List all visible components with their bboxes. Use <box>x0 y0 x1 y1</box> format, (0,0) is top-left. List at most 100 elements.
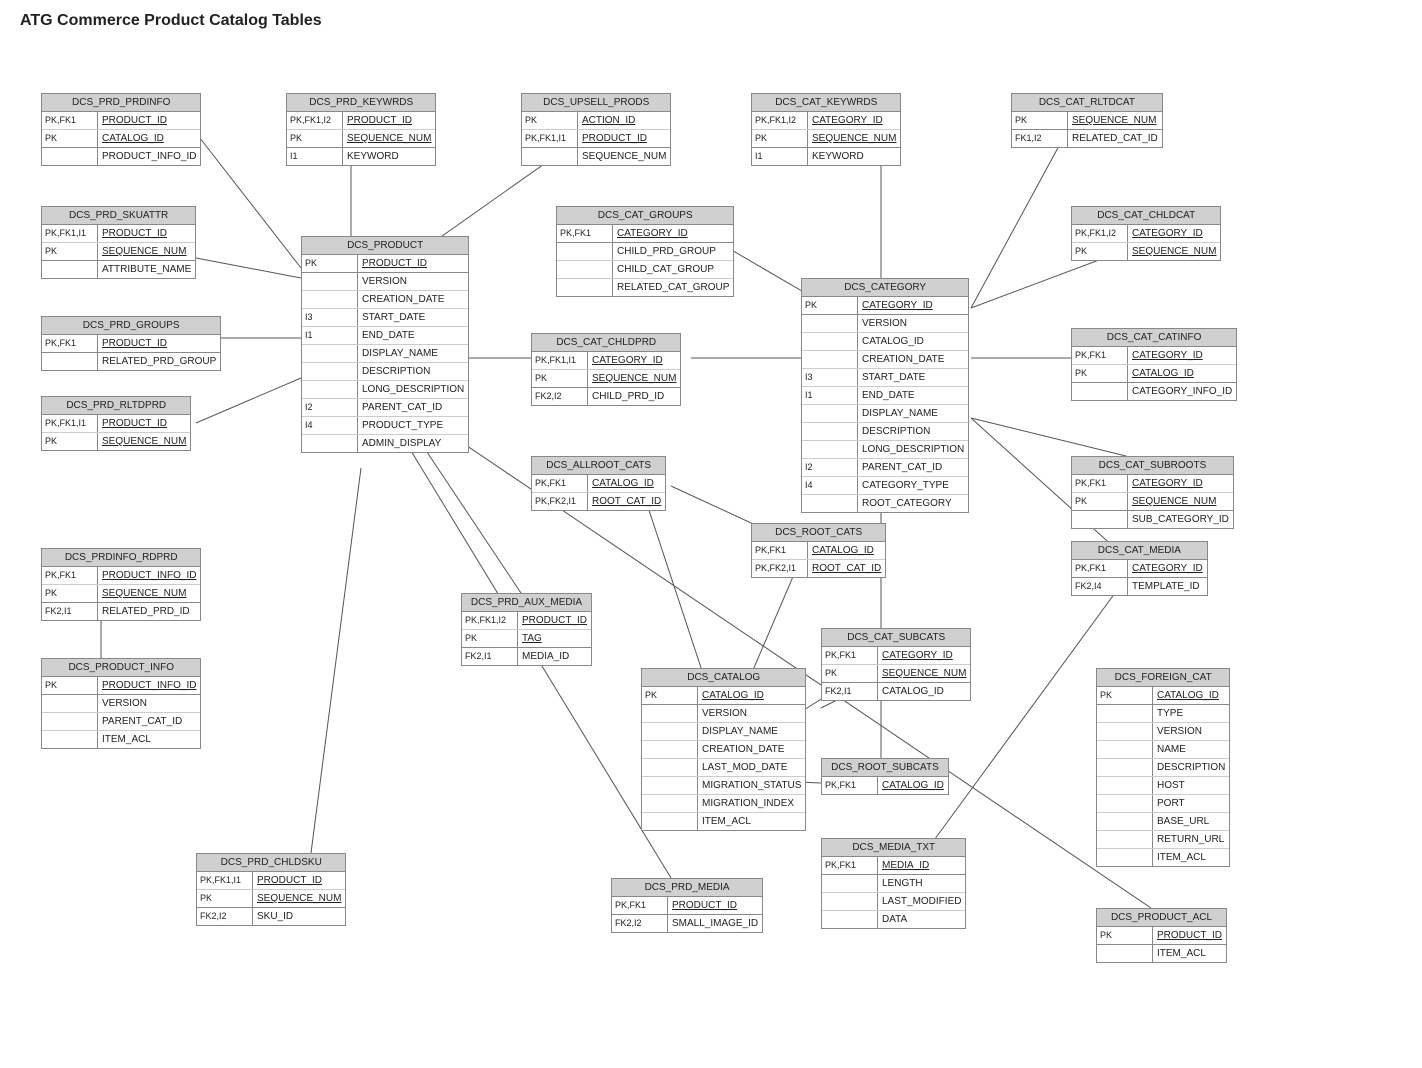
key-col: FK1,I2 <box>1012 130 1068 147</box>
field-col: TAG <box>518 630 591 647</box>
table-dcs_prdinfo_rdprd: DCS_PRDINFO_RDPRDPK,FK1PRODUCT_INFO_IDPK… <box>41 548 201 621</box>
table-dcs_prd_chldsku: DCS_PRD_CHLDSKUPK,FK1,I1PRODUCT_IDPKSEQU… <box>196 853 346 926</box>
key-col <box>302 381 358 398</box>
field-col: CATEGORY_ID <box>613 225 733 242</box>
table-row: CHILD_PRD_GROUP <box>557 243 733 261</box>
table-title-dcs_cat_keywrds: DCS_CAT_KEYWRDS <box>752 94 900 112</box>
key-col <box>1097 777 1153 794</box>
field-col: ATTRIBUTE_NAME <box>98 261 195 278</box>
field-col: LAST_MODIFIED <box>878 893 965 910</box>
table-row: CATEGORY_INFO_ID <box>1072 383 1236 400</box>
table-row: CATALOG_ID <box>802 333 968 351</box>
field-col: SEQUENCE_NUM <box>878 665 970 682</box>
key-col <box>302 363 358 380</box>
table-dcs_root_cats: DCS_ROOT_CATSPK,FK1CATALOG_IDPK,FK2,I1RO… <box>751 523 886 578</box>
table-row: PKSEQUENCE_NUM <box>822 665 970 683</box>
field-col: END_DATE <box>358 327 468 344</box>
key-col: PK,FK1 <box>822 857 878 874</box>
key-col: PK,FK1,I1 <box>42 415 98 432</box>
table-row: RELATED_PRD_GROUP <box>42 353 220 370</box>
table-title-dcs_cat_catinfo: DCS_CAT_CATINFO <box>1072 329 1236 347</box>
table-row: ATTRIBUTE_NAME <box>42 261 195 278</box>
key-col: FK2,I2 <box>612 915 668 932</box>
field-col: DESCRIPTION <box>858 423 968 440</box>
key-col <box>557 279 613 296</box>
field-col: END_DATE <box>858 387 968 404</box>
table-row: RETURN_URL <box>1097 831 1229 849</box>
field-col: RELATED_CAT_ID <box>1068 130 1162 147</box>
table-title-dcs_prd_chldsku: DCS_PRD_CHLDSKU <box>197 854 345 872</box>
table-row: I3START_DATE <box>302 309 468 327</box>
table-row: PK,FK1PRODUCT_ID <box>42 112 200 130</box>
field-col: ROOT_CATEGORY <box>858 495 968 512</box>
key-col <box>642 759 698 776</box>
key-col: I4 <box>302 417 358 434</box>
field-col: RELATED_PRD_ID <box>98 603 200 620</box>
key-col: PK <box>822 665 878 682</box>
key-col <box>302 345 358 362</box>
table-row: FK2,I1RELATED_PRD_ID <box>42 603 200 620</box>
table-dcs_cat_groups: DCS_CAT_GROUPSPK,FK1CATEGORY_IDCHILD_PRD… <box>556 206 734 297</box>
table-row: PK,FK1MEDIA_ID <box>822 857 965 875</box>
table-row: FK2,I2SKU_ID <box>197 908 345 925</box>
field-col: START_DATE <box>358 309 468 326</box>
table-title-dcs_media_txt: DCS_MEDIA_TXT <box>822 839 965 857</box>
field-col: SKU_ID <box>253 908 345 925</box>
table-dcs_cat_subcats: DCS_CAT_SUBCATSPK,FK1CATEGORY_IDPKSEQUEN… <box>821 628 971 701</box>
field-col: CATEGORY_TYPE <box>858 477 968 494</box>
table-row: PK,FK2,I1ROOT_CAT_ID <box>532 493 665 510</box>
key-col <box>1097 945 1153 962</box>
table-dcs_cat_chldcat: DCS_CAT_CHLDCATPK,FK1,I2CATEGORY_IDPKSEQ… <box>1071 206 1221 261</box>
key-col: FK2,I1 <box>462 648 518 665</box>
table-row: LONG_DESCRIPTION <box>302 381 468 399</box>
field-col: DESCRIPTION <box>358 363 468 380</box>
field-col: CATEGORY_ID <box>808 112 900 129</box>
diagram: DCS_PRD_PRDINFOPK,FK1PRODUCT_IDPKCATALOG… <box>11 38 1411 1068</box>
field-col: SEQUENCE_NUM <box>1128 243 1220 260</box>
table-row: ADMIN_DISPLAY <box>302 435 468 452</box>
table-row: DESCRIPTION <box>302 363 468 381</box>
field-col: SEQUENCE_NUM <box>98 433 190 450</box>
field-col: PRODUCT_ID <box>253 872 345 889</box>
key-col <box>42 148 98 165</box>
key-col <box>1097 831 1153 848</box>
table-row: I4PRODUCT_TYPE <box>302 417 468 435</box>
table-row: I1KEYWORD <box>752 148 900 165</box>
table-dcs_prd_rltdprd: DCS_PRD_RLTDPRDPK,FK1,I1PRODUCT_IDPKSEQU… <box>41 396 191 451</box>
field-col: CATALOG_ID <box>98 130 200 147</box>
key-col <box>802 351 858 368</box>
field-col: CREATION_DATE <box>698 741 805 758</box>
table-row: VERSION <box>302 273 468 291</box>
key-col <box>42 261 98 278</box>
key-col: PK,FK1 <box>822 647 878 664</box>
table-row: PK,FK1,I1PRODUCT_ID <box>197 872 345 890</box>
table-row: PK,FK1PRODUCT_INFO_ID <box>42 567 200 585</box>
field-col: PRODUCT_ID <box>98 335 220 352</box>
field-col: CATEGORY_ID <box>1128 560 1207 577</box>
field-col: SEQUENCE_NUM <box>578 148 670 165</box>
table-row: CHILD_CAT_GROUP <box>557 261 733 279</box>
key-col: PK <box>522 112 578 129</box>
key-col <box>642 813 698 830</box>
field-col: CATALOG_ID <box>858 333 968 350</box>
table-title-dcs_prd_groups: DCS_PRD_GROUPS <box>42 317 220 335</box>
table-row: PORT <box>1097 795 1229 813</box>
key-col <box>302 291 358 308</box>
field-col: RETURN_URL <box>1153 831 1229 848</box>
field-col: PARENT_CAT_ID <box>358 399 468 416</box>
field-col: TYPE <box>1153 705 1229 722</box>
table-row: TYPE <box>1097 705 1229 723</box>
key-col: PK,FK1 <box>1072 475 1128 492</box>
table-dcs_product_acl: DCS_PRODUCT_ACLPKPRODUCT_IDITEM_ACL <box>1096 908 1227 963</box>
table-row: DESCRIPTION <box>1097 759 1229 777</box>
table-dcs_cat_rltdcat: DCS_CAT_RLTDCATPKSEQUENCE_NUMFK1,I2RELAT… <box>1011 93 1163 148</box>
key-col: I1 <box>287 148 343 165</box>
field-col: SUB_CATEGORY_ID <box>1128 511 1233 528</box>
field-col: CATEGORY_ID <box>858 297 968 314</box>
table-row: PK,FK1CATALOG_ID <box>822 777 948 794</box>
key-col <box>822 911 878 928</box>
table-dcs_cat_chldprd: DCS_CAT_CHLDPRDPK,FK1,I1CATEGORY_IDPKSEQ… <box>531 333 681 406</box>
table-row: PKSEQUENCE_NUM <box>752 130 900 148</box>
key-col <box>1097 795 1153 812</box>
key-col: PK,FK1,I1 <box>197 872 253 889</box>
